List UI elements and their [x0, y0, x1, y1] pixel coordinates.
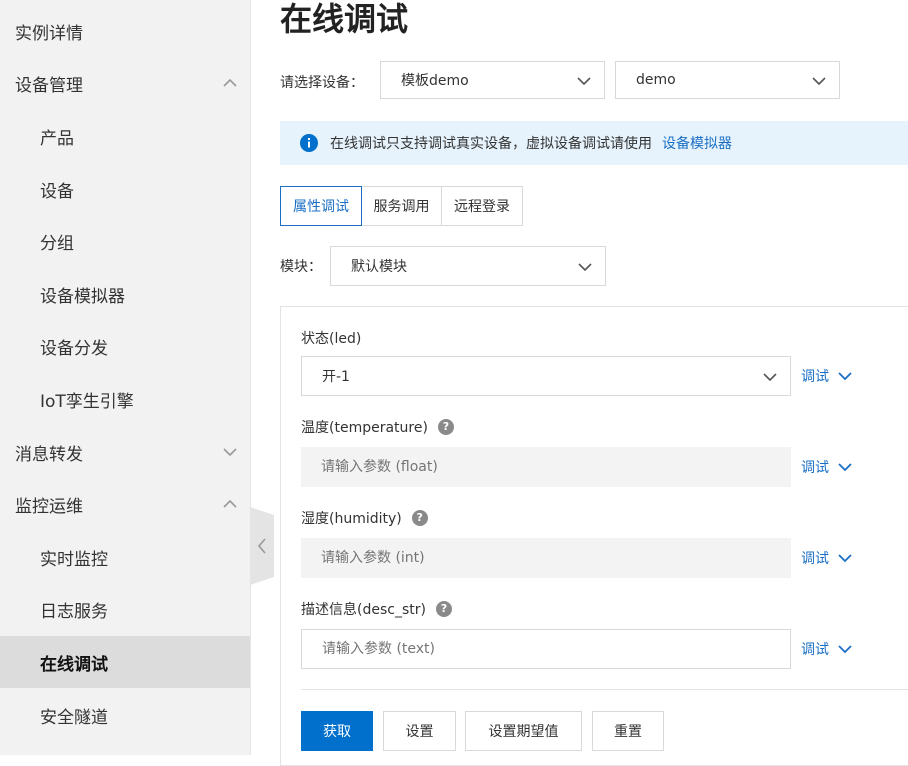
sidebar-item-label: 设备管理 — [15, 75, 83, 96]
sidebar-item-label: 消息转发 — [15, 444, 83, 465]
debug-tabs: 属性调试 服务调用 远程登录 — [280, 186, 523, 226]
sidebar-item-label: 实例详情 — [15, 23, 83, 44]
sidebar-item-device-management[interactable]: 设备管理 — [0, 57, 250, 109]
chevron-down-icon — [763, 373, 777, 382]
sidebar-item-products[interactable]: 产品 — [0, 110, 250, 162]
debug-toggle-led[interactable]: 调试 — [801, 366, 853, 386]
sidebar-item-secure-tunnel[interactable]: 安全隧道 — [0, 689, 250, 741]
sidebar-item-device-distribution[interactable]: 设备分发 — [0, 320, 250, 372]
get-button[interactable]: 获取 — [301, 711, 373, 751]
debug-label: 调试 — [801, 642, 829, 658]
debug-label: 调试 — [801, 369, 829, 385]
sidebar-item-label: 设备分发 — [40, 338, 108, 359]
divider — [301, 689, 908, 690]
led-select-value: 开-1 — [322, 369, 350, 385]
product-select-value: 模板demo — [401, 73, 469, 89]
set-expected-button[interactable]: 设置期望值 — [465, 711, 582, 751]
notice-text: 在线调试只支持调试真实设备，虚拟设备调试请使用 — [330, 136, 652, 152]
debug-label: 调试 — [801, 551, 829, 567]
sidebar-item-iot-twin-engine[interactable]: IoT孪生引擎 — [0, 373, 250, 425]
field-label-text: 描述信息(desc_str) — [301, 602, 426, 618]
sidebar-item-label: 设备 — [40, 181, 74, 202]
sidebar-item-label: 监控运维 — [15, 496, 83, 517]
field-label-text: 温度(temperature) — [301, 420, 428, 436]
set-button[interactable]: 设置 — [383, 711, 456, 751]
sidebar-item-device-simulator[interactable]: 设备模拟器 — [0, 268, 250, 320]
debug-toggle-temperature[interactable]: 调试 — [801, 457, 853, 477]
device-select-label: 请选择设备： — [280, 75, 364, 91]
sidebar-collapse-handle[interactable] — [250, 507, 274, 585]
reset-button[interactable]: 重置 — [592, 711, 664, 751]
product-select[interactable]: 模板demo — [380, 61, 605, 99]
sidebar-item-label: 安全隧道 — [40, 707, 108, 728]
tab-property-debug[interactable]: 属性调试 — [280, 186, 362, 226]
help-icon[interactable]: ? — [435, 601, 452, 617]
module-select[interactable]: 默认模块 — [330, 246, 606, 286]
property-debug-panel: 状态(led) 开-1 调试 温度(temperature) ? 调试 湿度(h… — [280, 306, 908, 766]
sidebar-item-label: 分组 — [40, 233, 74, 254]
sidebar-item-label: 产品 — [40, 128, 74, 149]
chevron-down-icon — [838, 554, 852, 563]
sidebar-item-message-forwarding[interactable]: 消息转发 — [0, 426, 250, 478]
page-title: 在线调试 — [280, 0, 409, 38]
device-select-value: demo — [636, 72, 676, 88]
sidebar-item-label: 日志服务 — [40, 601, 108, 622]
sidebar-item-log-service[interactable]: 日志服务 — [0, 583, 250, 635]
debug-label: 调试 — [801, 460, 829, 476]
sidebar-item-monitoring-ops[interactable]: 监控运维 — [0, 478, 250, 530]
tab-remote-login[interactable]: 远程登录 — [441, 186, 523, 226]
desc-str-input[interactable] — [301, 629, 791, 669]
debug-toggle-humidity[interactable]: 调试 — [801, 548, 853, 568]
chevron-up-icon — [223, 78, 237, 87]
sidebar-item-label: 在线调试 — [40, 654, 108, 675]
sidebar-item-label: 设备模拟器 — [40, 286, 125, 307]
module-select-value: 默认模块 — [351, 259, 407, 275]
sidebar: 实例详情 设备管理 产品 设备 分组 设备模拟器 设备分发 IoT孪生引擎 消息… — [0, 0, 251, 755]
chevron-down-icon — [223, 448, 237, 457]
sidebar-item-realtime-monitoring[interactable]: 实时监控 — [0, 531, 250, 583]
field-label-led: 状态(led) — [301, 328, 361, 348]
chevron-up-icon — [223, 499, 237, 508]
info-notice: 在线调试只支持调试真实设备，虚拟设备调试请使用 设备模拟器 — [280, 121, 908, 165]
chevron-down-icon — [838, 372, 852, 381]
device-simulator-link[interactable]: 设备模拟器 — [662, 133, 732, 153]
sidebar-item-groups[interactable]: 分组 — [0, 215, 250, 267]
field-label-humidity: 湿度(humidity) ? — [301, 508, 428, 528]
help-icon[interactable]: ? — [437, 419, 454, 435]
field-label-text: 湿度(humidity) — [301, 511, 402, 527]
debug-toggle-desc-str[interactable]: 调试 — [801, 639, 853, 659]
chevron-down-icon — [578, 263, 592, 272]
sidebar-item-devices[interactable]: 设备 — [0, 163, 250, 215]
info-icon — [300, 134, 318, 152]
sidebar-item-online-debug[interactable]: 在线调试 — [0, 636, 250, 688]
sidebar-item-label: 实时监控 — [40, 549, 108, 570]
tab-service-call[interactable]: 服务调用 — [361, 186, 442, 226]
temperature-input[interactable] — [301, 447, 791, 487]
humidity-input[interactable] — [301, 538, 791, 578]
help-icon[interactable]: ? — [411, 510, 428, 526]
field-label-desc-str: 描述信息(desc_str) ? — [301, 599, 452, 619]
field-label-text: 状态(led) — [301, 331, 362, 347]
sidebar-item-instance-details[interactable]: 实例详情 — [0, 5, 250, 57]
module-label: 模块： — [280, 259, 322, 275]
chevron-down-icon — [577, 77, 591, 86]
field-label-temperature: 温度(temperature) ? — [301, 417, 454, 437]
device-select[interactable]: demo — [615, 61, 840, 99]
led-select[interactable]: 开-1 — [301, 356, 791, 396]
sidebar-item-label: IoT孪生引擎 — [40, 391, 134, 412]
chevron-down-icon — [812, 77, 826, 86]
main-content: 在线调试 请选择设备： 模板demo demo 在线调试只支持调试真实设备，虚拟… — [280, 0, 908, 766]
chevron-down-icon — [838, 645, 852, 654]
chevron-down-icon — [838, 463, 852, 472]
